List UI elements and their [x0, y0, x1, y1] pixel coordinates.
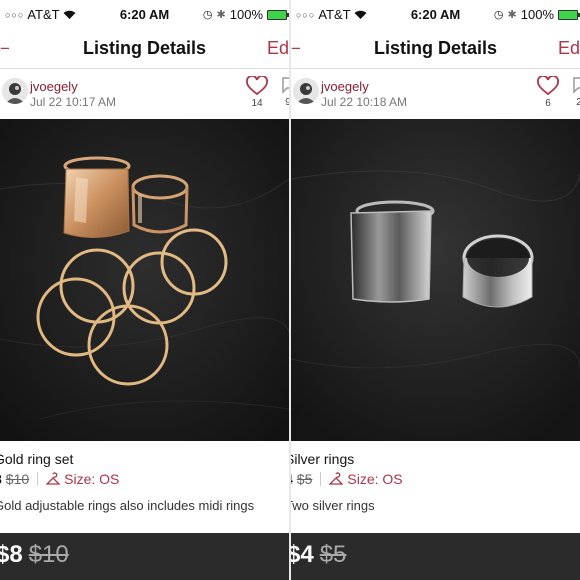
seller-username[interactable]: jvoegely [30, 79, 78, 94]
seller-username[interactable]: jvoegely [321, 79, 369, 94]
battery-percent: 100% [229, 7, 263, 22]
bottom-price: $8 [0, 541, 23, 568]
comment-icon [282, 77, 289, 94]
current-price: 4 [291, 471, 293, 487]
bottom-price-bar: $4 $5 [291, 533, 580, 580]
hanger-icon [46, 472, 61, 485]
listing-photo[interactable] [291, 119, 580, 441]
heart-icon [537, 75, 559, 96]
item-description: Two silver rings [291, 498, 375, 513]
like-button[interactable]: 6 [536, 75, 560, 109]
listing-info: Gold ring set 8 $10 Size: OS Gold adjust… [0, 442, 289, 532]
hanger-icon [329, 472, 344, 485]
avatar[interactable] [293, 78, 319, 104]
original-price: $5 [296, 471, 313, 487]
price-row: 8 $10 Size: OS [0, 471, 119, 487]
price-row: 4 $5 Size: OS [291, 471, 403, 487]
gold-rings-image [0, 119, 289, 441]
divider [320, 472, 322, 486]
seller-row: jvoegely Jul 22 10:18 AM 6 2 [291, 70, 580, 118]
bottom-original-price: $5 [319, 541, 347, 568]
item-title: Gold ring set [0, 451, 74, 467]
alarm-icon: ◷ [202, 9, 213, 21]
battery-percent: 100% [520, 7, 554, 22]
original-price: $10 [5, 471, 30, 487]
page-title: Listing Details [82, 38, 207, 58]
bluetooth-icon: ✱ [216, 9, 226, 21]
posted-date: Jul 22 10:17 AM [30, 95, 117, 109]
nav-bar: − Listing Details Ed [291, 30, 580, 69]
comment-count: 9 [285, 97, 289, 108]
edit-button[interactable]: Ed [267, 38, 289, 59]
page-title: Listing Details [373, 38, 498, 58]
divider [37, 472, 39, 486]
edit-button[interactable]: Ed [558, 38, 580, 59]
nav-bar: − Listing Details Ed [0, 30, 289, 69]
comment-button[interactable]: 9 [281, 76, 289, 108]
silver-rings-image [291, 119, 580, 441]
comment-count: 2 [576, 97, 580, 108]
comment-button[interactable]: 2 [572, 76, 580, 108]
avatar[interactable] [2, 78, 28, 104]
item-title: Silver rings [291, 451, 355, 467]
current-price: 8 [0, 471, 2, 487]
listing-panel-silver: ○○○ AT&T 6:20 AM ◷ ✱ 100% − Listing Deta… [291, 0, 580, 580]
posted-date: Jul 22 10:18 AM [321, 95, 408, 109]
bottom-price: $4 [291, 541, 314, 568]
heart-icon [246, 75, 268, 96]
alarm-icon: ◷ [493, 9, 504, 21]
battery-icon [558, 9, 580, 20]
battery-icon [267, 9, 289, 20]
bottom-original-price: $10 [28, 541, 69, 568]
like-count: 6 [545, 98, 551, 109]
status-bar: ○○○ AT&T 6:20 AM ◷ ✱ 100% [0, 0, 289, 30]
like-count: 14 [251, 98, 263, 109]
seller-row: jvoegely Jul 22 10:17 AM 14 9 [0, 70, 289, 118]
listing-info: Silver rings 4 $5 Size: OS Two silver ri… [291, 442, 580, 532]
bluetooth-icon: ✱ [507, 9, 517, 21]
size-label: Size: OS [347, 471, 403, 487]
bottom-price-bar: $8 $10 [0, 533, 289, 580]
size-label: Size: OS [64, 471, 120, 487]
like-button[interactable]: 14 [245, 75, 269, 109]
comment-icon [573, 77, 580, 94]
listing-photo[interactable] [0, 119, 289, 441]
item-description: Gold adjustable rings also includes midi… [0, 498, 255, 513]
status-bar: ○○○ AT&T 6:20 AM ◷ ✱ 100% [291, 0, 580, 30]
listing-panel-gold: ○○○ AT&T 6:20 AM ◷ ✱ 100% − Listing Deta… [0, 0, 289, 580]
